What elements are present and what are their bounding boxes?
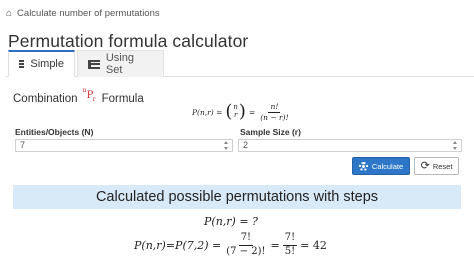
step-fraction-1: 7! (7 − 2)! [224, 232, 267, 257]
result-steps: P(n,r)=P(7,2) = 7! (7 − 2)! = 7! 5! = 42 [134, 230, 327, 260]
entities-input[interactable]: 7 [15, 139, 233, 152]
section-suffix: Formula [101, 93, 144, 105]
home-icon[interactable]: ⌂ [6, 8, 12, 19]
permutation-symbol: n P r [83, 87, 97, 103]
breadcrumb: ⌂ Calculate number of permutations [6, 6, 160, 20]
sample-label: Sample Size (r) [240, 127, 301, 137]
section-prefix: Combination [13, 93, 78, 105]
refresh-icon: ⟳ [420, 159, 430, 172]
formula-eq: = [248, 107, 256, 117]
formula-numerator: n! [268, 101, 281, 113]
tab-bar: Simple Using Set [6, 50, 474, 77]
entities-spinner[interactable] [222, 141, 229, 150]
step-f1-numerator: 7! [238, 232, 254, 246]
sample-spinner[interactable] [451, 141, 458, 150]
step-fraction-2: 7! 5! [282, 232, 298, 257]
tab-using-set-label: Using Set [105, 52, 134, 76]
reset-button[interactable]: ⟳ Reset [414, 157, 459, 175]
calculate-label: Calculate [371, 161, 404, 171]
tab-using-set[interactable]: Using Set [77, 50, 164, 77]
step-f2-numerator: 7! [282, 232, 298, 246]
step-f1-denominator: (7 − 2)! [226, 245, 266, 257]
binomial: ( n r ) [225, 101, 246, 122]
binom-bottom: r [233, 111, 238, 119]
tab-simple[interactable]: Simple [8, 50, 75, 77]
permutation-formula: P(n,r) = ( n r ) = n! (n − r)! [192, 99, 291, 125]
step-result: = 42 [300, 238, 327, 252]
symbol-sub: r [92, 96, 96, 103]
section-heading: Combination n P r Formula [13, 87, 144, 105]
reset-label: Reset [432, 161, 453, 171]
gear-icon [358, 161, 368, 171]
sample-input[interactable]: 2 [238, 139, 462, 152]
step-f2-denominator: 5! [284, 245, 296, 257]
step-eq-a: = [270, 238, 280, 252]
lines-icon [19, 60, 25, 68]
result-banner: Calculated possible permutations with st… [13, 185, 461, 209]
step-lhs: P(n,r)=P(7,2) = [134, 238, 222, 252]
tab-simple-label: Simple [30, 58, 64, 70]
page-title: Permutation formula calculator [8, 31, 249, 51]
breadcrumb-text[interactable]: Calculate number of permutations [17, 8, 160, 19]
formula-denominator: (n − r)! [260, 112, 289, 122]
entities-label: Entities/Objects (N) [15, 127, 94, 137]
result-question: P(n,r) = ? [204, 215, 258, 228]
formula-lhs: P(n,r) = [192, 107, 223, 117]
formula-fraction: n! (n − r)! [258, 101, 290, 122]
list-icon [88, 59, 100, 69]
calculate-button[interactable]: Calculate [352, 157, 410, 175]
